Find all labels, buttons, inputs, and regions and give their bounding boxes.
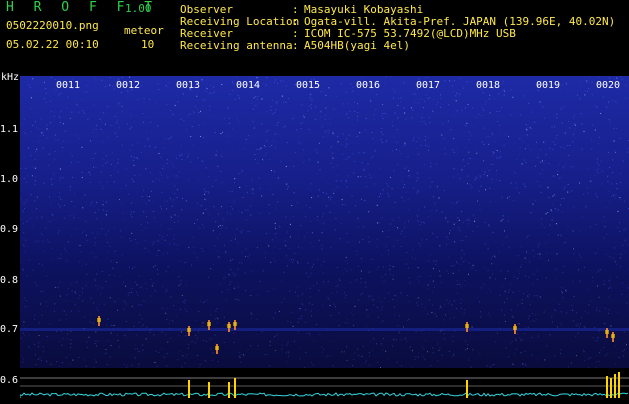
freq-tick-4: 0.8	[0, 275, 18, 286]
level-panel	[20, 368, 629, 400]
time-tick: 0019	[536, 80, 560, 91]
freq-tick-5: 0.7	[0, 324, 18, 335]
capture-datetime: 05.02.22 00:10	[6, 39, 99, 51]
frequency-unit: kHz	[1, 72, 19, 83]
time-tick: 0014	[236, 80, 260, 91]
antenna-colon: :	[292, 40, 299, 52]
antenna-label: Receiving antenna	[180, 40, 293, 52]
freq-tick-2: 1.0	[0, 174, 18, 185]
freq-tick-1: 1.1	[0, 124, 18, 135]
freq-tick-6: 0.6	[0, 375, 18, 386]
time-tick: 0015	[296, 80, 320, 91]
antenna-value: A504HB(yagi 4el)	[304, 40, 410, 52]
time-tick: 0011	[56, 80, 80, 91]
spectrogram-noise	[20, 76, 629, 368]
time-tick: 0012	[116, 80, 140, 91]
freq-tick-3: 0.9	[0, 224, 18, 235]
spectrogram	[20, 76, 629, 368]
time-tick: 0020	[596, 80, 620, 91]
time-tick: 0016	[356, 80, 380, 91]
header-panel: H R O F F T 1.00 0502220010.png 05.02.22…	[0, 0, 629, 76]
level-trace	[20, 368, 629, 400]
time-tick: 0013	[176, 80, 200, 91]
file-name: 0502220010.png	[6, 20, 99, 32]
meteor-count: 10	[141, 39, 154, 51]
time-tick: 0017	[416, 80, 440, 91]
time-tick: 0018	[476, 80, 500, 91]
meteor-label: meteor	[124, 25, 164, 37]
app-version: 1.00	[125, 3, 152, 15]
